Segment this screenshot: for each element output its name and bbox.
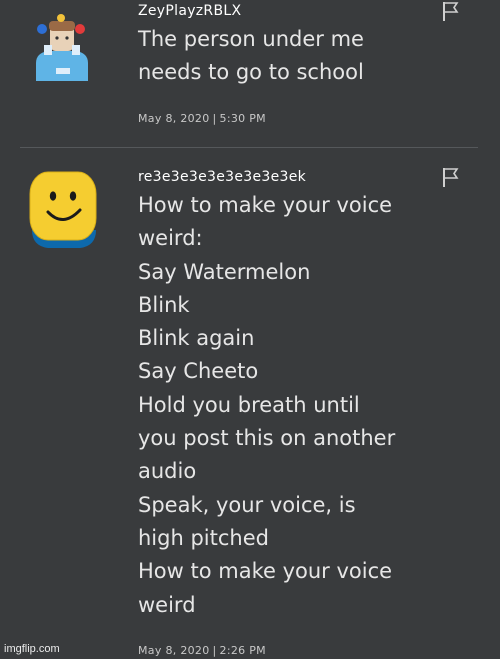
comment-timestamp: May 8, 2020 | 5:30 PM — [138, 112, 266, 125]
meta-separator: | — [212, 112, 217, 125]
comment-username[interactable]: re3e3e3e3e3e3e3e3ek — [138, 169, 306, 185]
user-avatar[interactable] — [30, 13, 94, 83]
comment-text: The person under me needs to go to schoo… — [138, 27, 364, 85]
comment-timestamp: May 8, 2020 | 2:26 PM — [138, 644, 266, 657]
comment-divider — [20, 147, 478, 148]
report-flag-icon[interactable] — [440, 0, 462, 22]
comment-text: How to make your voice weird: Say Waterm… — [138, 193, 396, 617]
roblox-character-icon — [36, 14, 88, 81]
user-avatar[interactable] — [28, 170, 100, 250]
report-flag-icon[interactable] — [440, 166, 462, 188]
noob-smiley-icon — [29, 171, 97, 248]
comment-date: May 8, 2020 — [138, 112, 210, 125]
comment-time: 5:30 PM — [219, 112, 266, 125]
comment-date: May 8, 2020 — [138, 644, 210, 657]
comment-time: 2:26 PM — [219, 644, 266, 657]
comment-username[interactable]: ZeyPlayzRBLX — [138, 3, 241, 19]
imgflip-watermark: imgflip.com — [4, 643, 60, 655]
meta-separator: | — [212, 644, 217, 657]
